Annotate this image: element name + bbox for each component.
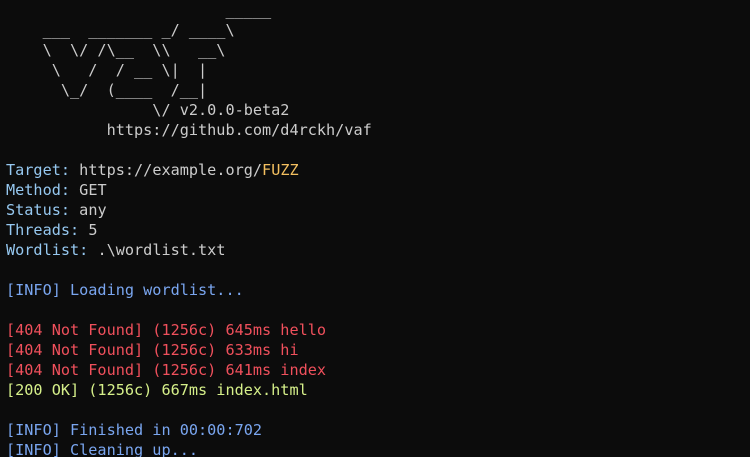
method-value: GET [79,181,107,199]
banner-url-line: https://github.com/d4rckh/vaf [6,121,372,139]
threads-value: 5 [88,221,98,239]
info-cleaning-line: [INFO] Cleaning up... [6,441,199,457]
result-line: [404 Not Found] (1256c) 633ms hi [6,341,299,359]
banner-line: \ / / __ \| | [6,61,208,79]
banner-version-line: \/ v2.0.0-beta2 [6,101,290,119]
result-line: [404 Not Found] (1256c) 645ms hello [6,321,327,339]
banner-line: \_/ (____ /__| [6,81,208,99]
terminal-window[interactable]: _____ ___ _______ _/ ____\ \ \/ /\__ \\ … [0,0,750,457]
method-label: Method: [6,181,71,199]
config-threads: Threads: 5 [6,220,750,240]
ascii-banner: _____ ___ _______ _/ ____\ \ \/ /\__ \\ … [6,0,750,140]
status-label: Status: [6,201,71,219]
result-line: [404 Not Found] (1256c) 641ms index [6,361,327,379]
threads-label: Threads: [6,221,80,239]
wordlist-label: Wordlist: [6,241,89,259]
banner-line: ___ _______ _/ ____\ [6,21,235,39]
info-loading-line: [INFO] Loading wordlist... [6,281,244,299]
banner-line: \ \/ /\__ \\ __\ [6,41,226,59]
result-line: [200 OK] (1256c) 667ms index.html [6,381,308,399]
target-fuzz-keyword: FUZZ [262,161,299,179]
config-wordlist: Wordlist: .\wordlist.txt [6,240,750,260]
target-url: https://example.org/ [79,161,263,179]
target-label: Target: [6,161,71,179]
banner-line: _____ [6,1,272,19]
wordlist-value: .\wordlist.txt [97,241,226,259]
config-method: Method: GET [6,180,750,200]
status-value: any [79,201,107,219]
info-finished-line: [INFO] Finished in 00:00:702 [6,421,263,439]
config-status: Status: any [6,200,750,220]
config-target: Target: https://example.org/FUZZ [6,160,750,180]
